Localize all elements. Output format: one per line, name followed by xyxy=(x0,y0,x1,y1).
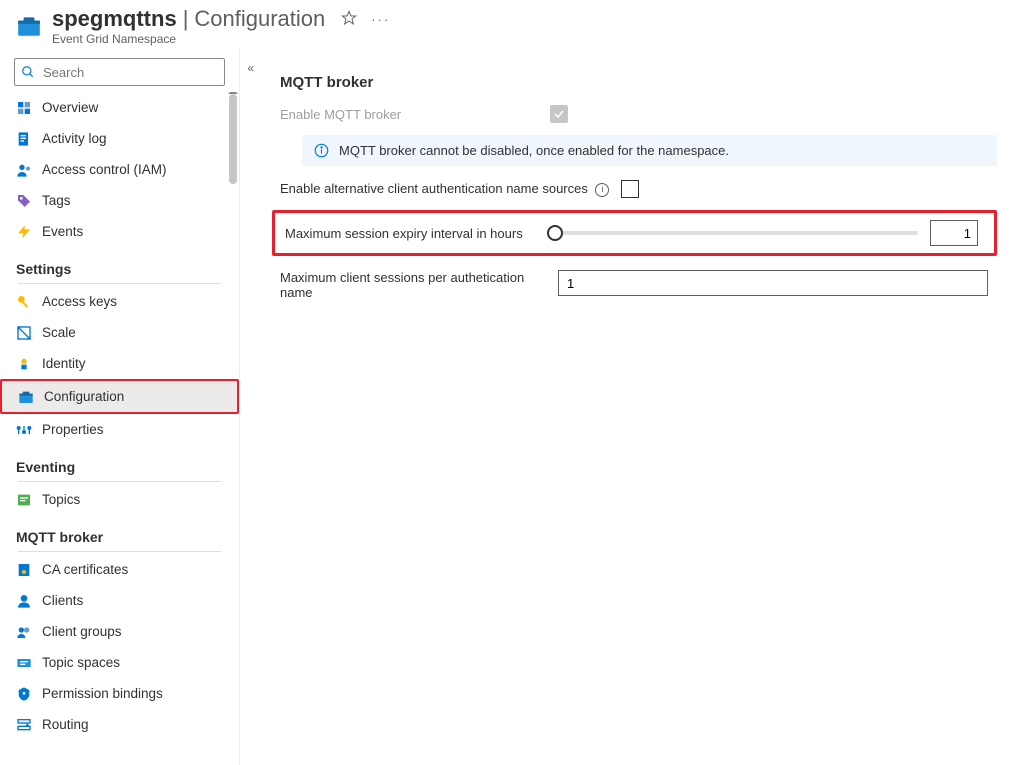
sidebar-item-label: Identity xyxy=(42,354,86,373)
sidebar-item-label: Tags xyxy=(42,191,71,210)
info-banner-text: MQTT broker cannot be disabled, once ena… xyxy=(339,143,729,158)
session-expiry-value[interactable] xyxy=(930,220,978,246)
access-control-icon xyxy=(16,162,32,178)
nav-group-mqtt-broker: MQTT broker xyxy=(0,515,239,551)
sidebar-item-label: Events xyxy=(42,222,83,241)
favorite-star-icon[interactable] xyxy=(341,10,357,29)
sidebar-item-label: Client groups xyxy=(42,622,122,641)
sidebar-item-label: Routing xyxy=(42,715,89,734)
identity-icon xyxy=(16,356,32,372)
main-content: MQTT broker Enable MQTT broker MQTT brok… xyxy=(240,48,1009,765)
page-title: Configuration xyxy=(194,6,325,32)
checkmark-icon xyxy=(553,108,565,120)
section-title: MQTT broker xyxy=(280,74,997,91)
overview-icon xyxy=(16,100,32,116)
ca-certificates-icon xyxy=(16,562,32,578)
sidebar-item-label: Activity log xyxy=(42,129,107,148)
info-icon xyxy=(314,143,329,158)
sidebar-item-label: Scale xyxy=(42,323,76,342)
routing-icon xyxy=(16,717,32,733)
sidebar-scrollbar[interactable] xyxy=(229,92,237,765)
sidebar-item-label: Access keys xyxy=(42,292,117,311)
sidebar-item-label: Configuration xyxy=(44,387,124,406)
sidebar-item-ca-certificates[interactable]: CA certificates xyxy=(0,554,239,585)
resource-icon xyxy=(16,13,42,39)
configuration-icon xyxy=(18,389,34,405)
sidebar-item-label: Properties xyxy=(42,420,104,439)
topics-icon xyxy=(16,492,32,508)
sidebar-item-label: Clients xyxy=(42,591,83,610)
sidebar-item-routing[interactable]: Routing xyxy=(0,709,239,740)
events-icon xyxy=(16,224,32,240)
resource-name: spegmqttns xyxy=(52,6,177,32)
session-expiry-slider[interactable] xyxy=(555,231,918,235)
info-banner: MQTT broker cannot be disabled, once ena… xyxy=(302,135,997,166)
sidebar-item-label: CA certificates xyxy=(42,560,128,579)
alt-auth-checkbox[interactable] xyxy=(621,180,639,198)
sidebar: « OverviewActivity logAccess control (IA… xyxy=(0,48,240,765)
sidebar-item-overview[interactable]: Overview xyxy=(0,92,239,123)
sidebar-item-events[interactable]: Events xyxy=(0,216,239,247)
session-expiry-label: Maximum session expiry interval in hours xyxy=(285,226,543,241)
nav-group-eventing: Eventing xyxy=(0,445,239,481)
resource-type: Event Grid Namespace xyxy=(52,32,390,46)
sidebar-search[interactable] xyxy=(14,58,225,86)
sidebar-item-permission-bindings[interactable]: Permission bindings xyxy=(0,678,239,709)
max-sessions-label: Maximum client sessions per autheticatio… xyxy=(280,270,538,300)
more-icon[interactable]: ··· xyxy=(371,12,390,27)
sidebar-item-properties[interactable]: Properties xyxy=(0,414,239,445)
sidebar-item-tags[interactable]: Tags xyxy=(0,185,239,216)
sidebar-item-configuration[interactable]: Configuration xyxy=(0,379,239,414)
search-icon xyxy=(21,65,35,79)
sidebar-item-topic-spaces[interactable]: Topic spaces xyxy=(0,647,239,678)
enable-broker-checkbox xyxy=(550,105,568,123)
scale-icon xyxy=(16,325,32,341)
alt-auth-label: Enable alternative client authentication… xyxy=(280,181,609,197)
collapse-sidebar-icon[interactable]: « xyxy=(247,61,254,75)
sidebar-item-access-control[interactable]: Access control (IAM) xyxy=(0,154,239,185)
sidebar-item-label: Permission bindings xyxy=(42,684,163,703)
scroll-thumb[interactable] xyxy=(229,94,237,184)
sidebar-item-label: Access control (IAM) xyxy=(42,160,167,179)
nav-group-settings: Settings xyxy=(0,247,239,283)
sidebar-item-access-keys[interactable]: Access keys xyxy=(0,286,239,317)
title-separator: | xyxy=(181,6,191,32)
sidebar-item-topics[interactable]: Topics xyxy=(0,484,239,515)
sidebar-item-scale[interactable]: Scale xyxy=(0,317,239,348)
sidebar-item-client-groups[interactable]: Client groups xyxy=(0,616,239,647)
search-input[interactable] xyxy=(41,64,221,81)
slider-thumb[interactable] xyxy=(547,225,563,241)
client-groups-icon xyxy=(16,624,32,640)
sidebar-item-label: Topics xyxy=(42,490,80,509)
max-sessions-input[interactable] xyxy=(558,270,988,296)
alt-auth-info-icon[interactable]: i xyxy=(595,183,609,197)
sidebar-item-label: Overview xyxy=(42,98,98,117)
topic-spaces-icon xyxy=(16,655,32,671)
sidebar-item-identity[interactable]: Identity xyxy=(0,348,239,379)
properties-icon xyxy=(16,422,32,438)
permission-bindings-icon xyxy=(16,686,32,702)
access-keys-icon xyxy=(16,294,32,310)
tags-icon xyxy=(16,193,32,209)
session-expiry-row: Maximum session expiry interval in hours xyxy=(272,210,997,256)
sidebar-item-label: Topic spaces xyxy=(42,653,120,672)
enable-broker-label: Enable MQTT broker xyxy=(280,107,538,122)
sidebar-item-clients[interactable]: Clients xyxy=(0,585,239,616)
sidebar-item-activity-log[interactable]: Activity log xyxy=(0,123,239,154)
activity-log-icon xyxy=(16,131,32,147)
page-header: spegmqttns | Configuration ··· Event Gri… xyxy=(0,0,1009,48)
clients-icon xyxy=(16,593,32,609)
